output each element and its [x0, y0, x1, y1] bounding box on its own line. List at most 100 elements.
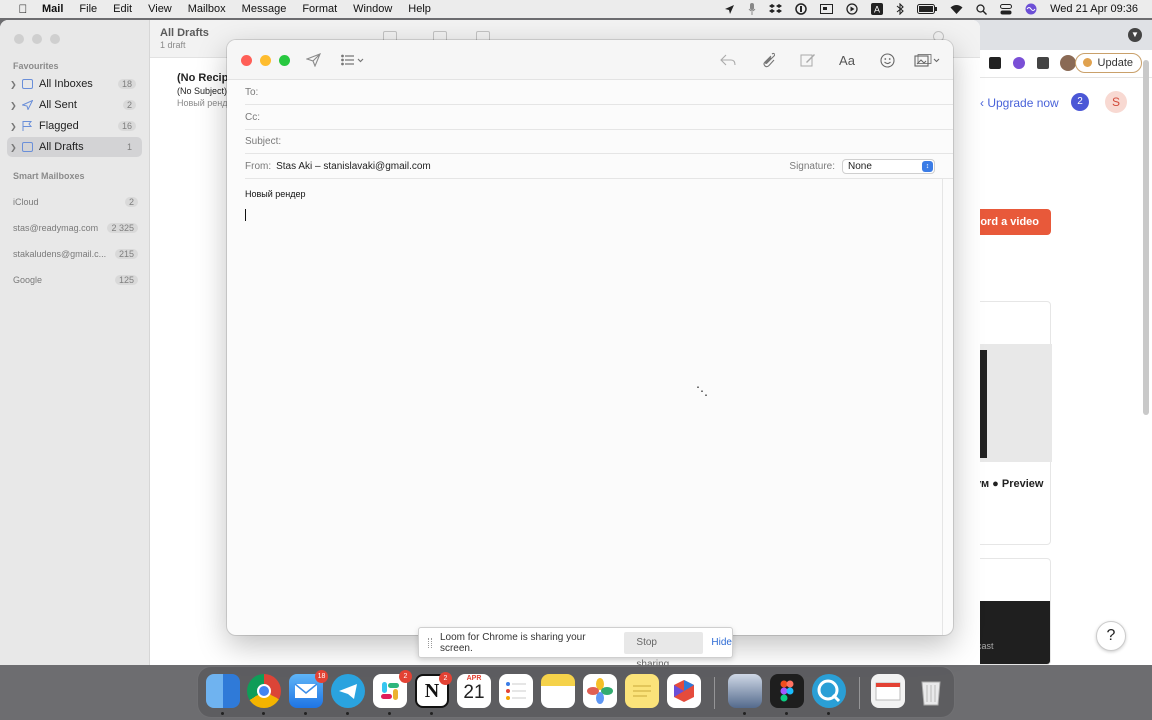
to-field[interactable]: To: [245, 80, 953, 105]
sidebar-account-icloud[interactable]: iCloud 2 [13, 197, 138, 207]
menu-format[interactable]: Format [294, 3, 345, 15]
from-value[interactable]: Stas Aki – stanislavaki@gmail.com [276, 161, 431, 172]
zoom-button-inactive[interactable] [50, 34, 60, 44]
chrome-scrollbar[interactable] [1143, 60, 1149, 415]
location-icon[interactable] [724, 4, 735, 15]
onepassword-icon[interactable] [795, 3, 807, 15]
notification-count-badge[interactable]: 2 [1071, 93, 1089, 111]
photos-icon[interactable] [583, 674, 617, 708]
upgrade-now-link[interactable]: ‹ Upgrade now [980, 96, 1059, 110]
menu-file[interactable]: File [71, 3, 105, 15]
close-button[interactable] [241, 55, 252, 66]
microphone-icon[interactable] [748, 3, 756, 15]
chevron-right-icon[interactable]: ❯ [10, 122, 18, 131]
mailbox-subtitle: 1 draft [160, 40, 186, 50]
reminders-icon[interactable] [499, 674, 533, 708]
notes-icon[interactable] [541, 674, 575, 708]
account-count: 125 [114, 275, 138, 285]
header-fields-menu-icon[interactable] [340, 51, 366, 69]
calendar-icon[interactable]: APR 21 [457, 674, 491, 708]
attachment-icon[interactable] [758, 51, 778, 69]
bluetooth-icon[interactable] [896, 3, 904, 15]
upgrade-now-label: Upgrade now [987, 96, 1059, 110]
smart-mailboxes-heading[interactable]: Smart Mailboxes [13, 171, 85, 181]
mail-window-controls [14, 34, 60, 44]
slack-icon[interactable]: 2 [373, 670, 412, 708]
dock: 18 2 N 2 APR 21 [197, 666, 955, 718]
trash-icon[interactable] [914, 674, 948, 708]
menu-edit[interactable]: Edit [105, 3, 140, 15]
subject-field[interactable]: Subject: [245, 129, 953, 154]
figma-icon[interactable] [770, 674, 804, 708]
minimize-button-inactive[interactable] [32, 34, 42, 44]
compose-window-controls [241, 55, 290, 66]
menu-bar:  Mail File Edit View Mailbox Message Fo… [0, 0, 1152, 18]
sidebar-item-all-drafts[interactable]: ❯ All Drafts 1 [7, 137, 142, 157]
preview-icon[interactable] [728, 674, 762, 708]
user-avatar[interactable]: S [1105, 91, 1127, 113]
extension-loom-icon[interactable] [1013, 57, 1025, 69]
siri-icon[interactable] [1025, 3, 1037, 15]
sidebar-item-label: Flagged [39, 120, 79, 132]
menu-mailbox[interactable]: Mailbox [180, 3, 234, 15]
markup-icon[interactable] [798, 51, 818, 69]
apple-icon[interactable]:  [12, 2, 34, 16]
hide-button[interactable]: Hide [711, 637, 732, 648]
minimize-button[interactable] [260, 55, 271, 66]
notion-icon[interactable]: N 2 [415, 672, 452, 708]
telegram-icon[interactable] [331, 674, 365, 708]
svg-text:A: A [874, 5, 880, 15]
screen-icon[interactable] [820, 3, 834, 15]
emoji-icon[interactable] [877, 51, 897, 69]
sketch-icon[interactable] [667, 674, 701, 708]
ibeam-cursor-icon: ⋱ [696, 384, 708, 398]
reply-icon[interactable] [718, 51, 738, 69]
menu-help[interactable]: Help [400, 3, 439, 15]
menu-app-name[interactable]: Mail [34, 3, 71, 15]
chrome-update-button[interactable]: Update [1074, 53, 1142, 73]
tab-search-icon[interactable]: ▼ [1128, 28, 1142, 42]
control-center-icon[interactable] [1000, 3, 1013, 15]
chevron-right-icon[interactable]: ❯ [10, 143, 18, 152]
drag-handle-icon[interactable] [428, 637, 432, 648]
extensions-puzzle-icon[interactable] [1037, 57, 1049, 69]
sidebar-item-all-sent[interactable]: ❯ All Sent 2 [7, 95, 142, 115]
format-font-button[interactable]: Aa [837, 51, 857, 69]
record-icon[interactable] [846, 3, 858, 15]
sidebar-account-readymag[interactable]: stas@readymag.com 2 325 [13, 223, 138, 233]
chrome-icon[interactable] [247, 674, 281, 708]
stop-sharing-button[interactable]: Stop sharing [624, 631, 704, 670]
cc-field[interactable]: Cc: [245, 105, 953, 130]
sidebar-account-gmail[interactable]: stakaludens@gmail.c... 215 [13, 249, 138, 259]
help-button[interactable]: ? [1096, 621, 1126, 651]
zoom-button[interactable] [279, 55, 290, 66]
downloads-stack-icon[interactable] [871, 674, 905, 708]
chevron-right-icon[interactable]: ❯ [10, 80, 18, 89]
signature-select[interactable]: None ↕ [842, 159, 935, 174]
drafts-icon [22, 142, 33, 152]
search-icon[interactable] [976, 3, 988, 15]
extension-icon[interactable] [989, 57, 1001, 69]
chevron-right-icon[interactable]: ❯ [10, 101, 18, 110]
input-source-icon[interactable]: A [871, 3, 884, 15]
clock[interactable]: Wed 21 Apr 09:36 [1050, 3, 1138, 15]
message-body-text[interactable]: Новый рендер [245, 189, 306, 199]
menu-window[interactable]: Window [345, 3, 400, 15]
send-icon[interactable] [304, 51, 322, 69]
loom-sharing-message: Loom for Chrome is sharing your screen. [439, 631, 586, 654]
quicktime-icon[interactable] [812, 674, 846, 708]
menu-message[interactable]: Message [234, 3, 295, 15]
finder-icon[interactable] [206, 674, 240, 708]
close-button-inactive[interactable] [14, 34, 24, 44]
sidebar-item-all-inboxes[interactable]: ❯ All Inboxes 18 [7, 74, 142, 94]
sidebar-item-flagged[interactable]: ❯ Flagged 16 [7, 116, 142, 136]
mail-app-icon[interactable]: 18 [289, 670, 328, 708]
sidebar-account-google[interactable]: Google 125 [13, 275, 138, 285]
battery-icon[interactable] [917, 4, 938, 14]
stickies-icon[interactable] [625, 674, 659, 708]
photo-browser-icon[interactable] [913, 51, 941, 69]
profile-avatar[interactable] [1060, 55, 1076, 71]
dropbox-icon[interactable] [769, 3, 783, 15]
wifi-icon[interactable] [950, 4, 963, 14]
menu-view[interactable]: View [140, 3, 180, 15]
